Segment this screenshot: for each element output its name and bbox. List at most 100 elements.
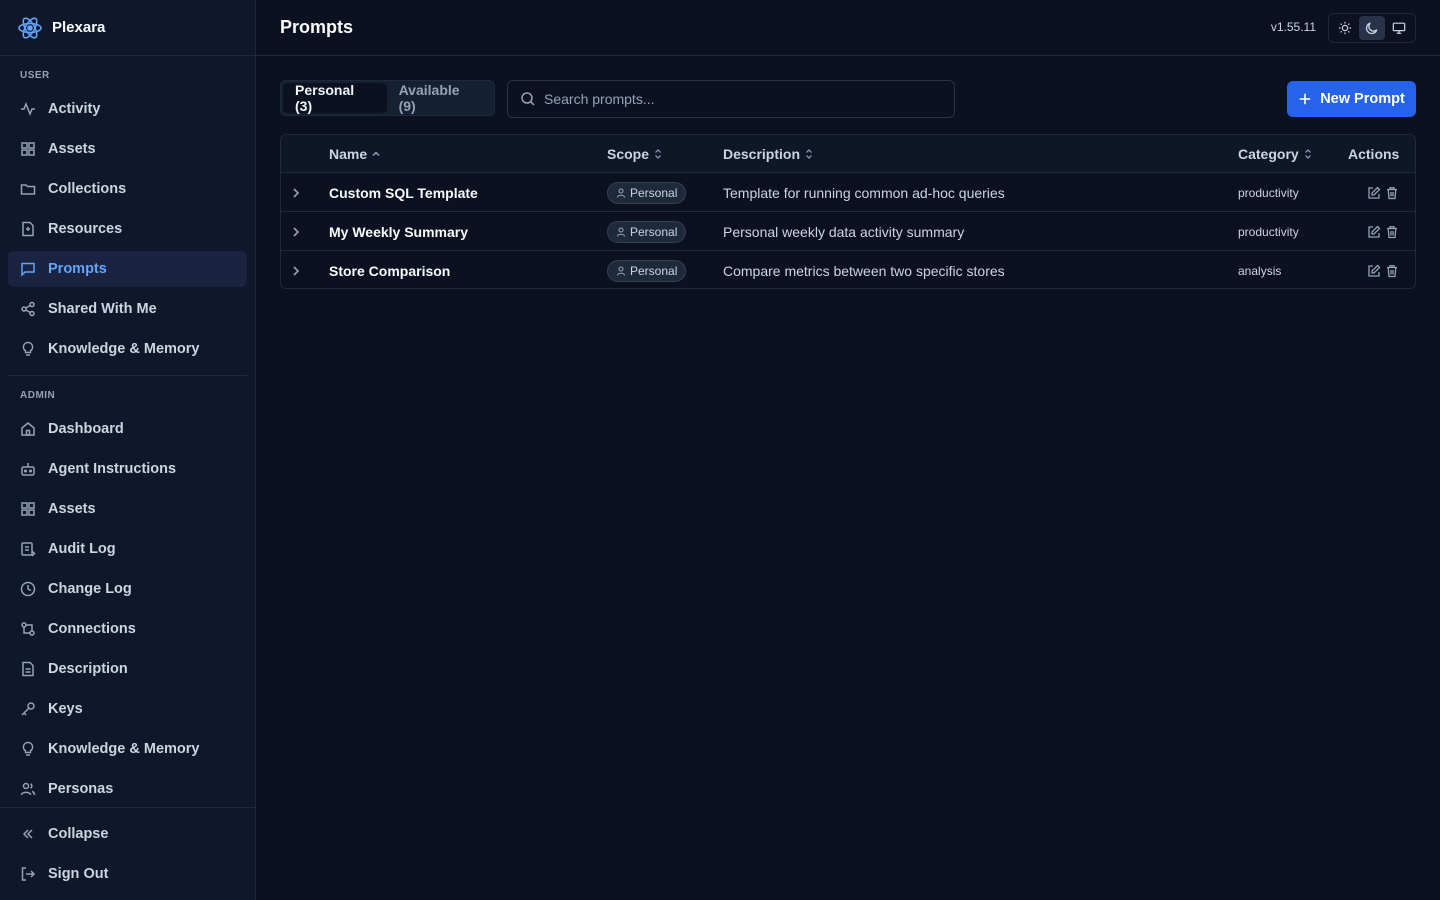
dark-theme-button[interactable] xyxy=(1358,16,1385,40)
version-label: v1.55.11 xyxy=(1270,20,1316,34)
sun-icon xyxy=(1338,21,1351,35)
column-header-description[interactable]: Description xyxy=(723,135,814,173)
edit-icon[interactable] xyxy=(1367,264,1381,278)
column-header-name[interactable]: Name xyxy=(329,135,381,173)
sidebar-item-connections[interactable]: Connections xyxy=(8,611,247,647)
prompt-description: Compare metrics between two specific sto… xyxy=(723,262,1005,279)
scope-label: Personal xyxy=(630,185,678,200)
sidebar-item-audit-log[interactable]: Audit Log xyxy=(8,531,247,567)
sidebar-item-label: Activity xyxy=(48,101,101,117)
prompt-category: productivity xyxy=(1238,224,1299,239)
scope-badge: Personal xyxy=(607,259,687,282)
sidebar-item-resources[interactable]: Resources xyxy=(8,211,247,247)
expand-row-button[interactable] xyxy=(289,251,309,288)
sidebar-bottom-divider xyxy=(0,807,256,808)
sidebar-item-admin-assets[interactable]: Assets xyxy=(8,491,247,527)
monitor-icon xyxy=(1393,22,1406,34)
sidebar-item-label: Assets xyxy=(48,501,96,517)
column-category-label: Category xyxy=(1238,146,1299,162)
tab-personal[interactable]: Personal (3) xyxy=(283,82,387,114)
prompt-name: Store Comparison xyxy=(329,262,451,279)
column-description-label: Description xyxy=(723,146,801,162)
table-row[interactable]: Custom SQL Template Personal Template fo… xyxy=(281,173,1415,212)
user-icon xyxy=(616,226,626,237)
column-name-label: Name xyxy=(329,146,368,162)
sort-ascending-icon xyxy=(372,151,380,157)
log-icon xyxy=(21,542,36,557)
sidebar-item-description[interactable]: Description xyxy=(8,651,247,687)
trash-icon[interactable] xyxy=(1385,264,1399,278)
scope-label: Personal xyxy=(630,224,678,239)
sidebar-item-prompts[interactable]: Prompts xyxy=(8,251,247,287)
folder-icon xyxy=(20,184,36,195)
sidebar: Plexara USER Activity Assets Collections… xyxy=(0,0,256,900)
sidebar-item-label: Audit Log xyxy=(48,541,116,557)
scope-label: Personal xyxy=(630,263,678,278)
sidebar-item-activity[interactable]: Activity xyxy=(8,91,247,127)
expand-row-button[interactable] xyxy=(289,212,309,251)
theme-switcher xyxy=(1328,13,1416,43)
search-box xyxy=(507,80,955,118)
prompt-name: My Weekly Summary xyxy=(329,223,469,240)
clock-icon xyxy=(20,581,36,597)
column-actions-label: Actions xyxy=(1348,146,1400,162)
home-icon xyxy=(21,422,35,436)
grid-icon xyxy=(21,502,35,516)
chevron-right-icon xyxy=(293,187,300,198)
expand-row-button[interactable] xyxy=(289,173,309,212)
sidebar-item-personas[interactable]: Personas xyxy=(8,771,247,807)
sidebar-item-label: Keys xyxy=(48,701,83,717)
sidebar-item-change-log[interactable]: Change Log xyxy=(8,571,247,607)
sign-out-label: Sign Out xyxy=(48,866,109,882)
scope-badge: Personal xyxy=(607,181,687,204)
atom-logo-icon xyxy=(18,16,42,39)
column-header-scope[interactable]: Scope xyxy=(607,135,663,173)
sidebar-item-label: Collections xyxy=(48,181,127,197)
sidebar-item-knowledge-memory[interactable]: Knowledge & Memory xyxy=(8,331,247,367)
trash-icon[interactable] xyxy=(1385,225,1399,239)
lightbulb-icon xyxy=(22,741,34,756)
sidebar-item-agent-instructions[interactable]: Agent Instructions xyxy=(8,451,247,487)
file-icon xyxy=(22,221,34,237)
prompt-description: Template for running common ad-hoc queri… xyxy=(723,184,1005,201)
app-name: Plexara xyxy=(52,19,106,36)
sort-icon xyxy=(806,149,812,159)
collapse-button[interactable]: Collapse xyxy=(8,816,247,852)
users-icon xyxy=(20,782,36,796)
search-icon xyxy=(521,92,535,106)
light-theme-button[interactable] xyxy=(1332,16,1358,40)
brand[interactable]: Plexara xyxy=(0,0,255,56)
sidebar-item-label: Prompts xyxy=(48,261,107,277)
sidebar-item-admin-knowledge-memory[interactable]: Knowledge & Memory xyxy=(8,731,247,767)
sign-out-button[interactable]: Sign Out xyxy=(8,856,247,892)
prompts-table: Name Scope Description Category Actions … xyxy=(280,134,1416,289)
table-row[interactable]: Store Comparison Personal Compare metric… xyxy=(281,251,1415,288)
prompt-description: Personal weekly data activity summary xyxy=(723,223,965,240)
tab-available[interactable]: Available (9) xyxy=(387,82,492,114)
edit-icon[interactable] xyxy=(1367,186,1381,200)
table-header: Name Scope Description Category Actions xyxy=(281,135,1415,173)
sidebar-item-collections[interactable]: Collections xyxy=(8,171,247,207)
scope-cell: Personal xyxy=(607,212,687,251)
system-theme-button[interactable] xyxy=(1386,16,1412,40)
sidebar-item-shared-with-me[interactable]: Shared With Me xyxy=(8,291,247,327)
search-input[interactable] xyxy=(544,91,924,107)
scope-badge: Personal xyxy=(607,220,687,243)
sidebar-item-label: Dashboard xyxy=(48,421,124,437)
sidebar-item-label: Description xyxy=(48,661,128,677)
edit-icon[interactable] xyxy=(1367,225,1381,239)
chevrons-left-icon xyxy=(22,829,33,839)
table-row[interactable]: My Weekly Summary Personal Personal week… xyxy=(281,212,1415,251)
lightbulb-icon xyxy=(22,341,34,356)
moon-icon xyxy=(1365,22,1378,35)
bot-icon xyxy=(21,463,35,476)
new-prompt-button[interactable]: New Prompt xyxy=(1287,81,1416,117)
prompt-category: analysis xyxy=(1238,263,1282,278)
column-scope-label: Scope xyxy=(607,146,650,162)
prompt-category: productivity xyxy=(1238,185,1299,200)
sidebar-item-assets[interactable]: Assets xyxy=(8,131,247,167)
sidebar-item-keys[interactable]: Keys xyxy=(8,691,247,727)
trash-icon[interactable] xyxy=(1385,186,1399,200)
sidebar-item-dashboard[interactable]: Dashboard xyxy=(8,411,247,447)
column-header-category[interactable]: Category xyxy=(1238,135,1313,173)
